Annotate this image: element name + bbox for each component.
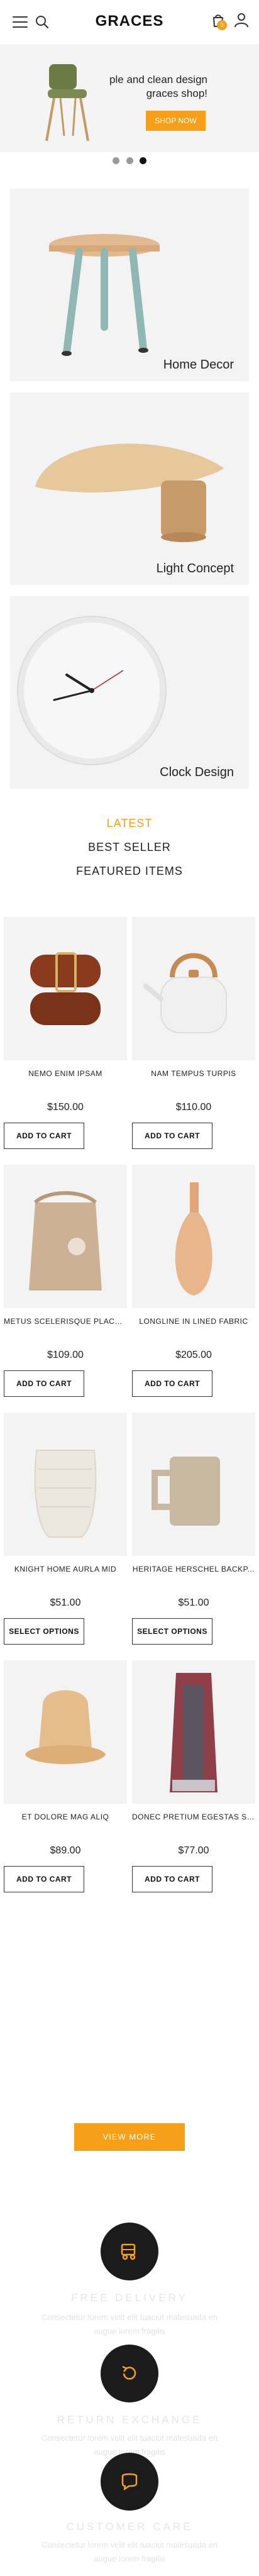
product-price: $110.00 [175,1102,212,1113]
product-image[interactable] [4,1660,127,1804]
feature-title: FREE DELIVERY [71,2292,188,2304]
hero-title: ple and clean design graces shop! [94,73,207,101]
product-name[interactable]: NEMO ENIM IPSAM [4,1069,127,1078]
jar-image [34,1450,97,1538]
hero-title-line-2: graces shop! [146,87,207,99]
product-image[interactable] [4,917,127,1060]
product-price: $150.00 [47,1102,84,1113]
site-logo[interactable]: GRACES [79,13,180,30]
vase-image [175,1182,212,1296]
category-light-concept[interactable]: Light Concept [10,392,249,585]
product-name[interactable]: DONEC PRETIUM EGESTAS SA... [132,1813,255,1821]
product-price: $51.00 [50,1597,81,1608]
product-tabs: LATEST BEST SELLER FEATURED ITEMS [0,811,259,883]
shop-now-button[interactable]: SHOP NOW [146,111,206,131]
add-to-cart-button[interactable]: ADD TO CART [132,1370,212,1397]
product-price: $77.00 [178,1845,209,1856]
menu-icon[interactable] [13,16,28,28]
category-home-decor[interactable]: Home Decor [10,189,249,381]
slider-dot-3[interactable] [139,157,146,164]
hero-title-line-1: ple and clean design [109,74,207,86]
clock-image [17,616,167,765]
category-label: Home Decor [163,358,234,372]
stool-image [49,234,160,356]
category-clock-design[interactable]: Clock Design [10,596,249,789]
add-to-cart-button[interactable]: ADD TO CART [4,1866,84,1892]
feature-title: RETURN EXCHANGE [57,2414,202,2426]
tab-latest[interactable]: LATEST [0,811,259,835]
product-name[interactable]: METUS SCELERISQUE PLACE... [4,1317,127,1326]
product-name[interactable]: ET DOLORE MAG ALIQ [4,1813,127,1821]
slider-dots [0,156,259,164]
add-to-cart-button[interactable]: ADD TO CART [4,1123,84,1149]
product-image[interactable] [132,917,255,1060]
feature-description: Consectetur lorem velit elit tuaciut mal… [41,2540,218,2563]
select-options-button[interactable]: SELECT OPTIONS [4,1618,84,1645]
product-image[interactable] [4,1165,127,1308]
truck-icon [121,2243,136,2260]
product-name[interactable]: LONGLINE IN LINED FABRIC [132,1317,255,1326]
feature-title: CUSTOMER CARE [66,2521,193,2533]
mug-image [152,1457,220,1526]
add-to-cart-button[interactable]: ADD TO CART [132,1866,212,1892]
return-icon-circle [101,2345,158,2402]
site-header: GRACES 0 [0,0,259,45]
slider-dot-1[interactable] [113,157,120,164]
product-name[interactable]: NAM TEMPUS TURPIS [132,1069,255,1078]
product-image[interactable] [132,1413,255,1556]
chat-icon-circle [101,2453,158,2511]
cart-count-badge: 0 [217,20,227,30]
product-image[interactable] [132,1165,255,1308]
view-more-button[interactable]: VIEW MORE [74,2123,185,2151]
chat-icon [121,2473,138,2490]
feature-description: Consectetur lorem velit elit tuaciut mal… [41,2312,218,2336]
hat-image [25,1690,106,1764]
tab-featured-items[interactable]: FEATURED ITEMS [0,859,259,883]
belt-image [30,952,101,1025]
add-to-cart-button[interactable]: ADD TO CART [132,1123,212,1149]
select-options-button[interactable]: SELECT OPTIONS [132,1618,212,1645]
product-price: $89.00 [50,1845,81,1856]
product-price: $109.00 [47,1350,84,1360]
add-to-cart-button[interactable]: ADD TO CART [4,1370,84,1397]
product-image[interactable] [4,1413,127,1556]
return-icon [122,2365,136,2380]
product-name[interactable]: KNIGHT HOME AURLA MID [4,1565,127,1574]
product-price: $51.00 [178,1597,209,1608]
scarf-image [170,1673,218,1792]
category-label: Clock Design [160,765,234,779]
hero-slider: ple and clean design graces shop! SHOP N… [0,45,259,152]
product-price: $205.00 [175,1350,212,1360]
user-icon[interactable] [234,13,249,28]
product-image[interactable] [132,1660,255,1804]
search-icon[interactable] [35,15,49,29]
tab-best-seller[interactable]: BEST SELLER [0,835,259,859]
kettle-image [143,953,227,1033]
product-name[interactable]: HERITAGE HERSCHEL BACKP... [132,1565,255,1574]
truck-icon-circle [101,2223,158,2280]
lamp-image [35,443,224,542]
bag-image [29,1191,102,1291]
slider-dot-2[interactable] [126,157,133,164]
category-label: Light Concept [156,562,234,575]
